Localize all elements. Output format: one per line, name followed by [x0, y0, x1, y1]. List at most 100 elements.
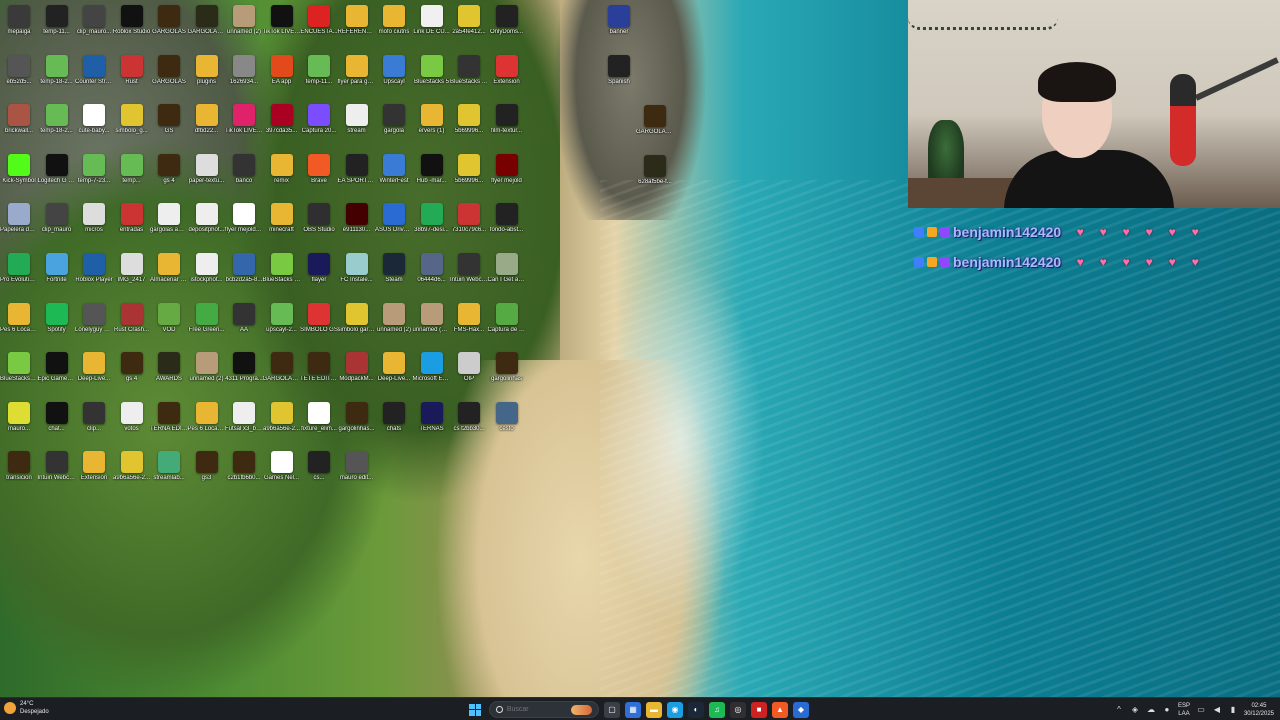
desktop-icon[interactable]: Roblox Studio	[113, 2, 151, 50]
desktop-icon[interactable]: IMG_2417	[113, 250, 151, 298]
steam-icon[interactable]: ◐	[688, 701, 704, 718]
desktop-icon[interactable]: ModpackM...	[338, 349, 376, 397]
desktop-icon[interactable]: AWARDS	[150, 349, 188, 397]
desktop-icon[interactable]: simbolo gargola...	[338, 300, 376, 348]
brave-icon[interactable]: ▲	[772, 701, 788, 718]
desktop-icon[interactable]: Pro Evolution Soccer 6	[0, 250, 38, 298]
desktop-icon[interactable]: 06444d6...	[413, 250, 451, 298]
desktop-icon[interactable]: BlueStacksL...	[0, 349, 38, 397]
desktop-icon[interactable]: BlueStacks 5	[413, 52, 451, 100]
desktop-icon[interactable]: remix	[263, 151, 301, 199]
desktop-icon[interactable]: GARGOLAS AWARDS	[263, 349, 301, 397]
desktop-icon[interactable]: Games Nel...	[263, 448, 301, 496]
battery-icon[interactable]: ▮	[1228, 705, 1238, 715]
desktop-icon[interactable]: TikTok LIVE Studio	[225, 101, 263, 149]
desktop-icon[interactable]: FMS-Hax...	[450, 300, 488, 348]
desktop-icon[interactable]: clip_mauro...	[75, 2, 113, 50]
desktop-icon[interactable]: Intuin Webcam	[38, 448, 76, 496]
desktop-icon[interactable]: c2b1fb6b0...	[225, 448, 263, 496]
language-indicator[interactable]: ESP LAA	[1178, 702, 1190, 718]
desktop-icon-628af[interactable]: 628af5be-f...	[636, 152, 674, 200]
desktop-icon[interactable]: eb52d5...	[0, 52, 38, 100]
desktop-icon[interactable]: cute-baby...	[75, 101, 113, 149]
desktop-icon-spanish[interactable]: Spanish	[600, 52, 638, 100]
obs-icon[interactable]: ◎	[730, 701, 746, 718]
desktop-icon[interactable]: temp-18-2...	[38, 52, 76, 100]
desktop-icon[interactable]: SIMBOLO GS	[300, 300, 338, 348]
desktop-icon[interactable]: clip_mauro	[38, 200, 76, 248]
desktop-icon[interactable]: Roblox Player	[75, 250, 113, 298]
desktop-icon[interactable]: Kick-Symbol	[0, 151, 38, 199]
desktop-icon[interactable]: temp...	[113, 151, 151, 199]
desktop-icon[interactable]: VOD	[150, 300, 188, 348]
clock[interactable]: 02:45 30/12/2025	[1244, 702, 1274, 718]
desktop-icon[interactable]: Papelera de reciclaje	[0, 200, 38, 248]
desktop-icon[interactable]: mauro edit...	[338, 448, 376, 496]
desktop-icon[interactable]: entradas	[113, 200, 151, 248]
desktop-icon[interactable]: bcb2d2a5-8...	[225, 250, 263, 298]
desktop-icon[interactable]: Pes 6 Locazos	[188, 399, 226, 447]
desktop-icon-gargolas-awards[interactable]: GARGOLAS AWARDS	[636, 102, 674, 150]
desktop-icon[interactable]: Logitech G HUB	[38, 151, 76, 199]
desktop-icon[interactable]: paper-textu...	[188, 151, 226, 199]
desktop-icon[interactable]: flyer mejold caffera	[225, 200, 263, 248]
location-icon[interactable]: ●	[1162, 705, 1172, 715]
desktop-icon[interactable]: Free Green...	[188, 300, 226, 348]
desktop-icon[interactable]: ervers (1)	[413, 101, 451, 149]
desktop-icon[interactable]: Intuin Webcam	[450, 250, 488, 298]
chevron-up-icon[interactable]: ^	[1114, 705, 1124, 715]
desktop-icon[interactable]: OIP	[450, 349, 488, 397]
desktop-icon[interactable]: gs3	[188, 448, 226, 496]
desktop-icon[interactable]: unnamed (2)	[188, 349, 226, 397]
desktop-icon[interactable]: OnlyDoms...	[488, 2, 526, 50]
desktop-icon[interactable]: OBS Studio	[300, 200, 338, 248]
desktop-icon[interactable]: Almacenar automatic...	[150, 250, 188, 298]
desktop-icon[interactable]: BlueStacks Multi-Insta...	[263, 250, 301, 298]
edge-icon[interactable]: ◉	[667, 701, 683, 718]
desktop-icon[interactable]: cs t2bb30...	[450, 399, 488, 447]
desktop-icon[interactable]: REFERENCIAS	[338, 2, 376, 50]
desktop-icon[interactable]: chat...	[38, 399, 76, 447]
desktop-icon[interactable]: micros	[75, 200, 113, 248]
desktop-icon[interactable]: TikTok LIVE Studio	[263, 2, 301, 50]
desktop-icon[interactable]: depositphot...	[188, 200, 226, 248]
desktop-icon[interactable]: banco	[225, 151, 263, 199]
desktop-icon[interactable]: 4311 Progra...	[225, 349, 263, 397]
desktop-icon[interactable]: flyer para gargola	[338, 52, 376, 100]
desktop-icon[interactable]: mauro...	[0, 399, 38, 447]
desktop-icon[interactable]: Deep-Live...	[375, 349, 413, 397]
desktop-icon-banner[interactable]: banner	[600, 2, 638, 50]
volume-icon[interactable]: ◀	[1212, 705, 1222, 715]
desktop-icon[interactable]: 2a54fe412...	[450, 2, 488, 50]
spotify-icon[interactable]: ♫	[709, 701, 725, 718]
desktop-icon[interactable]: GARGOLAS	[150, 52, 188, 100]
desktop-icon[interactable]: Captura de pantalla ...	[488, 300, 526, 348]
desktop-icon[interactable]: GARGOLAS AWARDS	[188, 2, 226, 50]
desktop-icon[interactable]: Extension	[488, 52, 526, 100]
desktop-icon[interactable]: simbolo_g...	[113, 101, 151, 149]
desktop-icon[interactable]: AA	[225, 300, 263, 348]
desktop-icon[interactable]: chats	[375, 399, 413, 447]
desktop-icon[interactable]: 397cda35...	[263, 101, 301, 149]
onedrive-icon[interactable]: ☁	[1146, 705, 1156, 715]
desktop-icon[interactable]: temp-18-2...	[38, 101, 76, 149]
desktop-icon[interactable]: e911130...	[338, 200, 376, 248]
recording-icon[interactable]: ■	[751, 701, 767, 718]
desktop-icon[interactable]: Steam	[375, 250, 413, 298]
desktop-icon[interactable]: BlueStacks 5 Multi...	[450, 52, 488, 100]
desktop-icon[interactable]: WinterFest	[375, 151, 413, 199]
desktop-icon[interactable]: GS	[150, 101, 188, 149]
desktop-icon[interactable]: Link DE CU...	[413, 2, 451, 50]
desktop-icon[interactable]: Epic Games Launcher	[38, 349, 76, 397]
file-explorer-icon[interactable]: ▬	[646, 701, 662, 718]
desktop-icon[interactable]: Rust	[113, 52, 151, 100]
desktop-icon[interactable]: Upscayl	[375, 52, 413, 100]
search-input[interactable]	[506, 706, 567, 713]
desktop-icon[interactable]: Spotify	[38, 300, 76, 348]
desktop-icon[interactable]: Fortnite	[38, 250, 76, 298]
desktop-icon[interactable]: ENCUESTA...	[300, 2, 338, 50]
desktop-icon[interactable]: cesto	[488, 399, 526, 447]
desktop-icon[interactable]: temp-7-23...	[75, 151, 113, 199]
desktop-icon[interactable]: gargolinhas...	[338, 399, 376, 447]
desktop-icon[interactable]: TETE EDITOR	[300, 349, 338, 397]
